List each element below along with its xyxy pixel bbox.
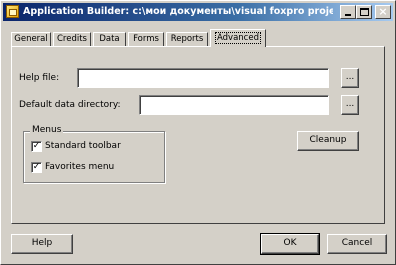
maximize-icon	[360, 8, 369, 16]
tab-label: Data	[99, 34, 120, 44]
tab-label: Forms	[133, 34, 159, 44]
tab-credits[interactable]: Credits	[53, 32, 91, 46]
tab-data[interactable]: Data	[93, 32, 126, 46]
checkmark-icon: ✓	[32, 141, 41, 151]
data-directory-browse-button[interactable]: ...	[341, 95, 359, 115]
tab-forms[interactable]: Forms	[128, 32, 164, 46]
tab-label: Advanced	[215, 32, 261, 44]
tab-label: Credits	[57, 34, 87, 44]
default-data-directory-field[interactable]	[139, 95, 329, 115]
menus-group-title: Menus	[30, 125, 64, 135]
help-file-label: Help file:	[19, 73, 60, 83]
tab-reports[interactable]: Reports	[166, 32, 208, 46]
title-bar[interactable]: Application Builder: c:\мои документы\vi…	[3, 3, 393, 21]
tab-general[interactable]: General	[11, 32, 51, 46]
window-title: Application Builder: c:\мои документы\vi…	[23, 6, 333, 17]
default-data-directory-label: Default data directory:	[19, 100, 121, 110]
application-builder-window: Application Builder: c:\мои документы\vi…	[0, 0, 396, 265]
checkmark-icon: ✓	[32, 162, 41, 172]
app-builder-icon[interactable]	[6, 5, 19, 18]
minimize-button[interactable]	[340, 5, 356, 19]
minimize-icon	[345, 14, 351, 16]
favorites-menu-checkbox[interactable]: ✓	[31, 162, 42, 173]
tab-label: Reports	[170, 34, 204, 44]
standard-toolbar-checkbox[interactable]: ✓	[31, 141, 42, 152]
cancel-button[interactable]: Cancel	[327, 234, 387, 254]
standard-toolbar-label[interactable]: Standard toolbar	[45, 141, 121, 151]
close-button[interactable]: ×	[375, 5, 391, 19]
favorites-menu-label[interactable]: Favorites menu	[45, 162, 114, 172]
maximize-button[interactable]	[356, 5, 372, 19]
tab-label: General	[14, 34, 48, 44]
help-file-field[interactable]	[77, 68, 329, 88]
help-button[interactable]: Help	[11, 234, 73, 254]
menus-group: Menus	[23, 125, 165, 183]
ok-button[interactable]: OK	[260, 233, 320, 255]
cleanup-button[interactable]: Cleanup	[297, 131, 359, 151]
close-icon: ×	[378, 5, 388, 18]
help-file-browse-button[interactable]: ...	[341, 68, 359, 88]
tab-advanced[interactable]: Advanced	[210, 29, 266, 47]
